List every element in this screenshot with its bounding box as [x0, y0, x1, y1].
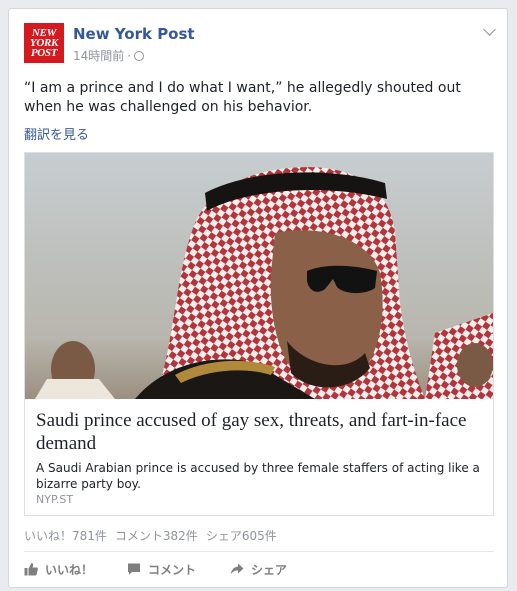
share-arrow-icon: [230, 563, 244, 575]
link-preview-image[interactable]: [25, 153, 493, 399]
page-avatar[interactable]: NEW YORK POST: [24, 23, 64, 63]
link-domain: NYP.ST: [36, 493, 74, 506]
page-name-link[interactable]: New York Post: [73, 25, 195, 43]
comment-label: コメント: [148, 562, 197, 577]
like-button[interactable]: いいね！: [24, 561, 93, 578]
logo-line-3: POST: [30, 47, 58, 59]
comment-icon: [128, 563, 141, 575]
comments-count-link[interactable]: コメント382件: [115, 527, 198, 544]
post-card: NEW YORK POST New York Post 14時間前 · “I a…: [8, 8, 508, 588]
prince-photo: [25, 153, 493, 399]
link-preview[interactable]: Saudi prince accused of gay sex, threats…: [24, 152, 494, 516]
link-description: A Saudi Arabian prince is accused by thr…: [36, 461, 480, 491]
timestamp-link[interactable]: 14時間前: [73, 47, 124, 64]
see-translation-link[interactable]: 翻訳を見る: [24, 124, 89, 143]
engagement-stats: いいね！781件 コメント382件 シェア605件: [24, 527, 277, 544]
globe-icon: [134, 50, 145, 61]
like-label: いいね！: [45, 562, 94, 577]
post-header: NEW YORK POST New York Post 14時間前 ·: [24, 23, 496, 67]
post-text: “I am a prince and I do what I want,” he…: [24, 80, 461, 115]
action-bar: いいね！ コメント シェア: [24, 557, 494, 581]
post-meta: 14時間前 ·: [73, 47, 145, 64]
shares-count-link[interactable]: シェア605件: [206, 527, 277, 544]
actions-divider: [24, 551, 494, 552]
logo-text: NEW YORK POST: [30, 28, 58, 59]
link-title[interactable]: Saudi prince accused of gay sex, threats…: [36, 409, 484, 455]
comment-button[interactable]: コメント: [127, 561, 196, 578]
share-label: シェア: [251, 562, 288, 577]
meta-separator: ·: [127, 48, 132, 63]
likes-count-link[interactable]: いいね！781件: [24, 527, 107, 544]
share-button[interactable]: シェア: [230, 561, 287, 578]
thumbs-up-icon: [24, 563, 38, 576]
chevron-down-icon[interactable]: [483, 23, 496, 36]
